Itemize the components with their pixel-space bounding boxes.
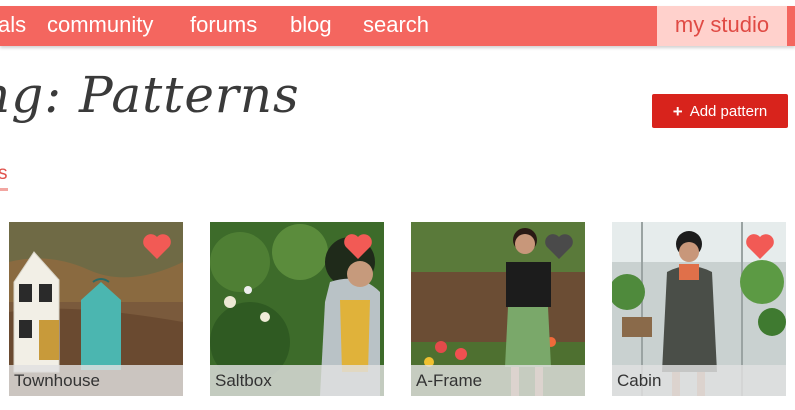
nav-link-blog[interactable]: blog: [290, 6, 332, 46]
my-studio-link[interactable]: my studio: [657, 6, 787, 46]
pattern-name: Saltbox: [210, 365, 384, 396]
tab-patterns[interactable]: s: [0, 163, 8, 191]
top-nav-bar: als community forums blog search my stud…: [0, 6, 795, 46]
heart-icon[interactable]: [142, 233, 172, 260]
pattern-card-a-frame[interactable]: A-Frame: [411, 222, 585, 396]
pattern-name: Townhouse: [9, 365, 183, 396]
nav-link-community[interactable]: community: [47, 6, 153, 46]
add-pattern-label: Add pattern: [689, 102, 768, 120]
page-title: ng: Patterns: [0, 66, 300, 124]
pattern-card-saltbox[interactable]: Saltbox: [210, 222, 384, 396]
plus-icon: +: [672, 101, 683, 121]
pattern-card-cabin[interactable]: Cabin: [612, 222, 786, 396]
pattern-name: A-Frame: [411, 365, 585, 396]
heart-icon[interactable]: [544, 233, 574, 260]
heart-icon[interactable]: [343, 233, 373, 260]
pattern-name: Cabin: [612, 365, 786, 396]
nav-link-forums[interactable]: forums: [190, 6, 257, 46]
add-pattern-button[interactable]: + Add pattern: [652, 94, 788, 128]
nav-link-tutorials[interactable]: als: [0, 6, 26, 46]
heart-icon[interactable]: [745, 233, 775, 260]
nav-link-search[interactable]: search: [363, 6, 429, 46]
pattern-card-townhouse[interactable]: Townhouse: [9, 222, 183, 396]
